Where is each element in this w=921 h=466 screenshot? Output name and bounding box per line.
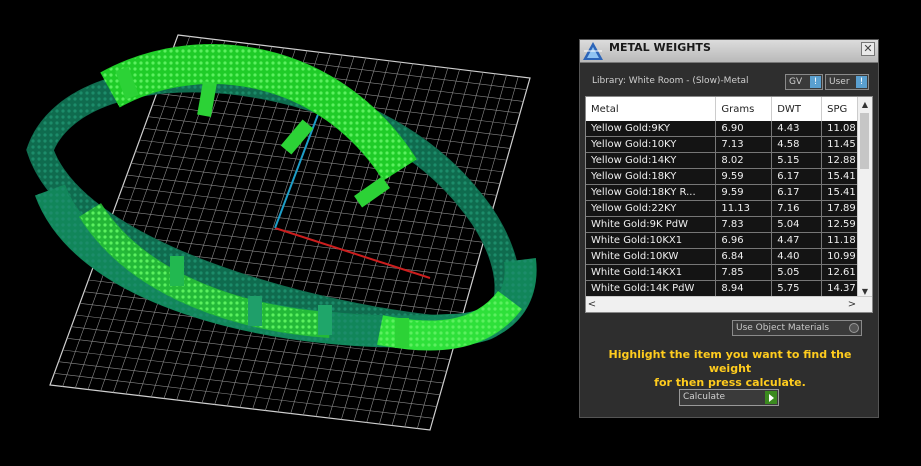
cell-metal: Yellow Gold:22KY (586, 200, 717, 217)
3d-viewport[interactable] (0, 0, 575, 462)
cell-grams: 9.59 (715, 184, 773, 201)
panel-title: METAL WEIGHTS (609, 41, 711, 54)
metal-list[interactable]: Metal Grams DWT SPG Yellow Gold:9KY 6.90 4… (585, 96, 873, 313)
cell-grams: 7.83 (715, 216, 773, 233)
use-object-materials-toggle[interactable]: Use Object Materials (732, 320, 862, 336)
table-row[interactable]: White Gold:10KW 6.84 4.40 10.99 (586, 248, 872, 265)
metal-table: Metal Grams DWT SPG Yellow Gold:9KY 6.90 4… (586, 97, 872, 297)
viewport-canvas[interactable] (0, 0, 575, 462)
cell-grams: 6.90 (715, 121, 773, 137)
panel-titlebar[interactable]: METAL WEIGHTS ✕ (580, 40, 878, 63)
user-toggle[interactable]: User ! (825, 74, 869, 90)
calculate-label: Calculate (683, 392, 726, 402)
library-label: Library: White Room - (Slow)-Metal (592, 76, 749, 86)
cell-grams: 11.13 (715, 200, 773, 217)
user-indicator-icon: ! (856, 76, 867, 88)
cell-dwt: 4.40 (771, 248, 823, 265)
use-object-materials-label: Use Object Materials (736, 323, 830, 333)
horizontal-scrollbar[interactable]: < > (586, 296, 872, 312)
help-text-line-2: for then press calculate. (654, 376, 806, 389)
scroll-right-icon[interactable]: > (846, 297, 858, 312)
cell-dwt: 5.04 (771, 216, 823, 233)
close-icon[interactable]: ✕ (861, 42, 875, 56)
vertical-scrollbar[interactable]: ▲ ▼ (857, 97, 872, 298)
cell-metal: Yellow Gold:18KY (586, 168, 717, 185)
cell-dwt: 6.17 (771, 184, 823, 201)
cell-dwt: 6.17 (771, 168, 823, 185)
x-axis (274, 227, 431, 279)
scroll-left-icon[interactable]: < (586, 297, 598, 312)
cell-dwt: 7.16 (771, 200, 823, 217)
cell-grams: 7.85 (715, 264, 773, 281)
gv-toggle[interactable]: GV ! (785, 74, 823, 90)
table-row[interactable]: White Gold:14K PdW 8.94 5.75 14.37 (586, 280, 872, 297)
cell-dwt: 4.58 (771, 136, 823, 153)
table-row[interactable]: Yellow Gold:18KY R... 9.59 6.17 15.41 (586, 184, 872, 201)
table-row[interactable]: Yellow Gold:14KY 8.02 5.15 12.88 (586, 152, 872, 169)
cell-metal: White Gold:10KW (586, 248, 717, 265)
cell-dwt: 5.15 (771, 152, 823, 169)
table-row[interactable]: White Gold:10KX1 6.96 4.47 11.18 (586, 232, 872, 249)
cell-metal: Yellow Gold:14KY (586, 152, 717, 169)
grid-line (62, 349, 441, 396)
cell-metal: Yellow Gold:18KY R... (586, 184, 717, 201)
metal-weights-panel: METAL WEIGHTS ✕ Library: White Room - (S… (579, 39, 879, 418)
table-row[interactable]: Yellow Gold:18KY 9.59 6.17 15.41 (586, 168, 872, 185)
table-header-row: Metal Grams DWT SPG (586, 97, 872, 121)
cell-dwt: 4.47 (771, 232, 823, 249)
scroll-up-icon[interactable]: ▲ (858, 99, 872, 111)
radio-knob-icon (849, 323, 859, 333)
cell-grams: 8.94 (715, 280, 773, 297)
cell-grams: 7.13 (715, 136, 773, 153)
cell-metal: White Gold:10KX1 (586, 232, 717, 249)
cell-grams: 6.96 (715, 232, 773, 249)
cell-grams: 9.59 (715, 168, 773, 185)
grid-line (58, 361, 437, 407)
column-header-grams[interactable]: Grams (715, 97, 773, 121)
table-row[interactable]: Yellow Gold:9KY 6.90 4.43 11.08 (586, 121, 872, 137)
grid-line (54, 373, 434, 419)
table-row[interactable]: Yellow Gold:22KY 11.13 7.16 17.89 (586, 200, 872, 217)
column-header-metal[interactable]: Metal (586, 97, 717, 121)
cell-grams: 6.84 (715, 248, 773, 265)
cell-dwt: 5.75 (771, 280, 823, 297)
cell-metal: White Gold:9K PdW (586, 216, 717, 233)
calculate-button[interactable]: Calculate (679, 389, 779, 406)
cell-metal: White Gold:14KX1 (586, 264, 717, 281)
table-row[interactable]: White Gold:9K PdW 7.83 5.04 12.59 (586, 216, 872, 233)
table-row[interactable]: White Gold:14KX1 7.85 5.05 12.61 (586, 264, 872, 281)
scroll-thumb[interactable] (860, 113, 869, 169)
user-toggle-label: User (829, 77, 850, 87)
grid-line (391, 73, 496, 426)
cell-metal: Yellow Gold:10KY (586, 136, 717, 153)
cell-metal: White Gold:14K PdW (586, 280, 717, 297)
cell-dwt: 5.05 (771, 264, 823, 281)
gv-toggle-label: GV (789, 77, 803, 87)
gv-indicator-icon: ! (810, 76, 821, 88)
cell-grams: 8.02 (715, 152, 773, 169)
play-icon (765, 391, 777, 404)
table-row[interactable]: Yellow Gold:10KY 7.13 4.58 11.45 (586, 136, 872, 153)
cell-metal: Yellow Gold:9KY (586, 121, 717, 137)
column-header-dwt[interactable]: DWT (771, 97, 823, 121)
cell-dwt: 4.43 (771, 121, 823, 137)
help-text: Highlight the item you want to find the … (590, 348, 870, 390)
help-text-line-1: Highlight the item you want to find the … (608, 348, 852, 375)
app-logo-icon (583, 42, 603, 60)
